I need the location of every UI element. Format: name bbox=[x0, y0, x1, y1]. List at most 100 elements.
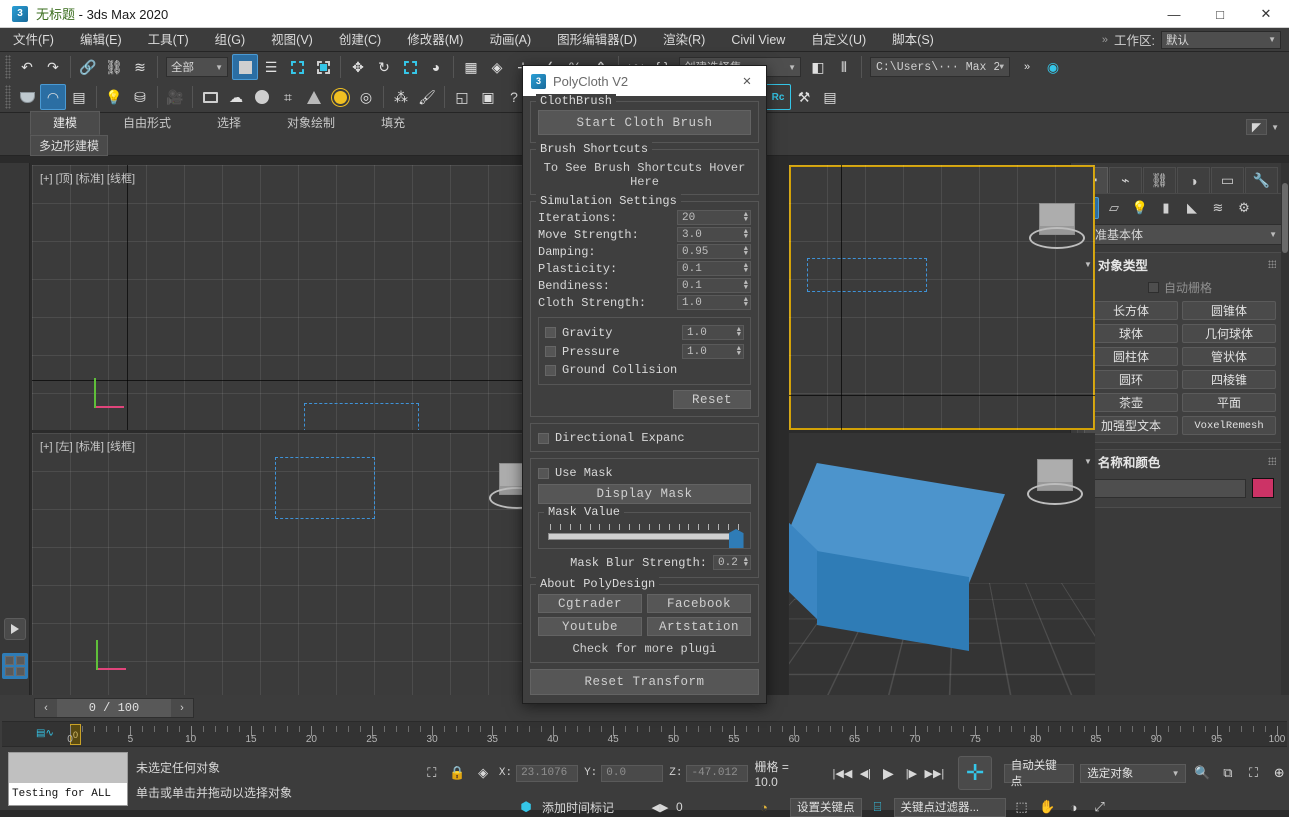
object-btn-sphere[interactable]: 球体 bbox=[1084, 324, 1178, 343]
frame-buffer-icon[interactable] bbox=[197, 84, 223, 110]
undo-icon[interactable]: ↶ bbox=[14, 54, 40, 80]
object-name-input[interactable] bbox=[1086, 479, 1246, 498]
frame-navigator[interactable]: ‹ 0 / 100 › bbox=[34, 698, 194, 718]
spinner-arrows-icon[interactable]: ▲▼ bbox=[744, 213, 748, 223]
spinner-arrows-icon[interactable]: ▲▼ bbox=[744, 230, 748, 240]
drag-handle-icon[interactable] bbox=[1268, 260, 1276, 268]
cloth-strength-spinner[interactable]: 1.0 ▲▼ bbox=[677, 295, 751, 310]
modify-tab[interactable]: ⌁ bbox=[1109, 167, 1142, 193]
spinner-arrows-icon[interactable]: ▲▼ bbox=[744, 298, 748, 308]
display-mask-button[interactable]: Display Mask bbox=[538, 484, 751, 504]
rect-select-region-icon[interactable] bbox=[284, 54, 310, 80]
motion-tab[interactable]: ◑ bbox=[1177, 167, 1210, 193]
ribbon-minimize-dropdown[interactable]: ◤ ▼ bbox=[1246, 119, 1279, 135]
spinner-arrows-icon[interactable]: ▲▼ bbox=[744, 247, 748, 257]
align-icon[interactable]: ⫴ bbox=[831, 54, 857, 80]
spinner-arrows-icon[interactable]: ▲▼ bbox=[737, 347, 741, 357]
use-mask-checkbox[interactable] bbox=[538, 468, 549, 479]
start-cloth-brush-button[interactable]: Start Cloth Brush bbox=[538, 110, 751, 135]
menu-modifiers[interactable]: 修改器(M) bbox=[394, 28, 476, 52]
pressure-spinner[interactable]: 1.0 ▲▼ bbox=[682, 344, 744, 359]
drag-handle-icon[interactable] bbox=[1268, 457, 1276, 465]
paint-icon[interactable]: 🖌 bbox=[414, 84, 440, 110]
lock-icon[interactable]: 🔒 bbox=[448, 763, 468, 783]
name-color-header[interactable]: ▼ 名称和颜色 bbox=[1078, 450, 1282, 472]
brush-shortcuts-hint[interactable]: To See Brush Shortcuts Hover Here bbox=[538, 159, 751, 190]
maxscript-mini-listener[interactable]: Testing for ALL bbox=[8, 752, 128, 806]
zoom-icon[interactable]: 🔍 bbox=[1192, 763, 1212, 783]
gravity-checkbox[interactable] bbox=[545, 327, 556, 338]
directional-expand-checkbox[interactable] bbox=[538, 433, 549, 444]
listener-input[interactable]: Testing for ALL bbox=[9, 783, 127, 805]
unlink-icon[interactable]: ⛓ bbox=[101, 54, 127, 80]
spinner-arrows-icon[interactable]: ▲▼ bbox=[737, 328, 741, 338]
ribbon-tab-freeform[interactable]: 自由形式 bbox=[100, 111, 194, 135]
object-color-swatch[interactable] bbox=[1252, 478, 1274, 498]
render-setup-icon[interactable]: 💡 bbox=[101, 84, 127, 110]
play-icon[interactable]: ▶ bbox=[878, 763, 898, 783]
hierarchy-tab[interactable]: ⛓ bbox=[1143, 167, 1176, 193]
iterations-spinner[interactable]: 20 ▲▼ bbox=[677, 210, 751, 225]
prev-frame-button[interactable]: ‹ bbox=[35, 699, 57, 717]
pan-icon[interactable]: ✋ bbox=[1038, 797, 1058, 817]
bendiness-spinner[interactable]: 0.1 ▲▼ bbox=[677, 278, 751, 293]
auto-key-button[interactable]: 自动关键点 bbox=[1004, 764, 1074, 783]
object-btn-box[interactable]: 长方体 bbox=[1084, 301, 1178, 320]
recap-icon[interactable]: Rc bbox=[765, 84, 791, 110]
viewcube-icon[interactable] bbox=[1029, 201, 1085, 257]
menu-views[interactable]: 视图(V) bbox=[258, 28, 326, 52]
object-btn-cylinder[interactable]: 圆柱体 bbox=[1084, 347, 1178, 366]
window-crossing-icon[interactable] bbox=[310, 54, 336, 80]
artstation-button[interactable]: Artstation bbox=[647, 617, 751, 636]
vray-icon[interactable]: ◉ bbox=[1040, 54, 1066, 80]
viewport-perspective[interactable] bbox=[789, 433, 1095, 698]
ribbon-tab-populate[interactable]: 填充 bbox=[358, 111, 428, 135]
absolute-relative-icon[interactable]: ◈ bbox=[473, 763, 493, 783]
render-production-icon[interactable]: 🎥 bbox=[162, 84, 188, 110]
coord-x[interactable]: X: 23.1076 bbox=[499, 765, 578, 782]
menu-file[interactable]: 文件(F) bbox=[0, 28, 67, 52]
cloud-icon[interactable]: ☁ bbox=[223, 84, 249, 110]
spinner-arrows-icon[interactable]: ▲▼ bbox=[744, 281, 748, 291]
ribbon-tab-selection[interactable]: 选择 bbox=[194, 111, 264, 135]
render-frame-window-icon[interactable]: ⛁ bbox=[127, 84, 153, 110]
reference-coord-icon[interactable]: ▦ bbox=[458, 54, 484, 80]
viewport-perspective-top[interactable] bbox=[789, 165, 1095, 430]
coord-z[interactable]: Z: -47.012 bbox=[669, 765, 748, 782]
spinner-arrows-icon[interactable]: ▲▼ bbox=[744, 558, 748, 568]
viewport-top-label[interactable]: [+] [顶] [标准] [线框] bbox=[40, 170, 135, 186]
menu-graph-editors[interactable]: 图形编辑器(D) bbox=[544, 28, 650, 52]
maximize-button[interactable]: □ bbox=[1197, 0, 1243, 28]
close-button[interactable]: ✕ bbox=[1243, 0, 1289, 28]
toolbar-grip[interactable] bbox=[5, 85, 11, 109]
particle-icon[interactable]: ⁂ bbox=[388, 84, 414, 110]
reset-button[interactable]: Reset bbox=[673, 390, 751, 409]
cgtrader-button[interactable]: Cgtrader bbox=[538, 594, 642, 613]
ribbon-tab-object-paint[interactable]: 对象绘制 bbox=[264, 111, 358, 135]
mirror-icon[interactable]: ◧ bbox=[805, 54, 831, 80]
mask-value-slider[interactable] bbox=[544, 521, 745, 542]
link-icon[interactable]: 🔗 bbox=[75, 54, 101, 80]
pivot-icon[interactable]: ◈ bbox=[484, 54, 510, 80]
sun-icon[interactable] bbox=[327, 84, 353, 110]
cone-icon[interactable] bbox=[301, 84, 327, 110]
display-tab[interactable]: ▭ bbox=[1211, 167, 1244, 193]
toolbar-grip[interactable] bbox=[5, 55, 11, 79]
menu-animation[interactable]: 动画(A) bbox=[476, 28, 544, 52]
cage-icon[interactable]: ⌗ bbox=[275, 84, 301, 110]
maximize-viewport-icon[interactable]: ⤢ bbox=[1090, 797, 1110, 817]
polycloth-dialog[interactable]: 3 PolyCloth V2 ✕ ClothBrush Start Cloth … bbox=[522, 65, 767, 704]
menu-edit[interactable]: 编辑(E) bbox=[67, 28, 135, 52]
gravity-spinner[interactable]: 1.0 ▲▼ bbox=[682, 325, 744, 340]
bind-space-warp-icon[interactable]: ≋ bbox=[127, 54, 153, 80]
menu-customize[interactable]: 自定义(U) bbox=[798, 28, 879, 52]
select-rotate-icon[interactable]: ↻ bbox=[371, 54, 397, 80]
helpers-icon[interactable]: ◣ bbox=[1181, 197, 1203, 219]
damping-spinner[interactable]: 0.95 ▲▼ bbox=[677, 244, 751, 259]
minimize-button[interactable]: — bbox=[1151, 0, 1197, 28]
facebook-button[interactable]: Facebook bbox=[647, 594, 751, 613]
close-icon[interactable]: ✕ bbox=[736, 66, 758, 96]
object-btn-pyramid[interactable]: 四棱锥 bbox=[1182, 370, 1276, 389]
toolbar-overflow-icon[interactable]: » bbox=[1014, 54, 1040, 80]
menu-rendering[interactable]: 渲染(R) bbox=[650, 28, 718, 52]
